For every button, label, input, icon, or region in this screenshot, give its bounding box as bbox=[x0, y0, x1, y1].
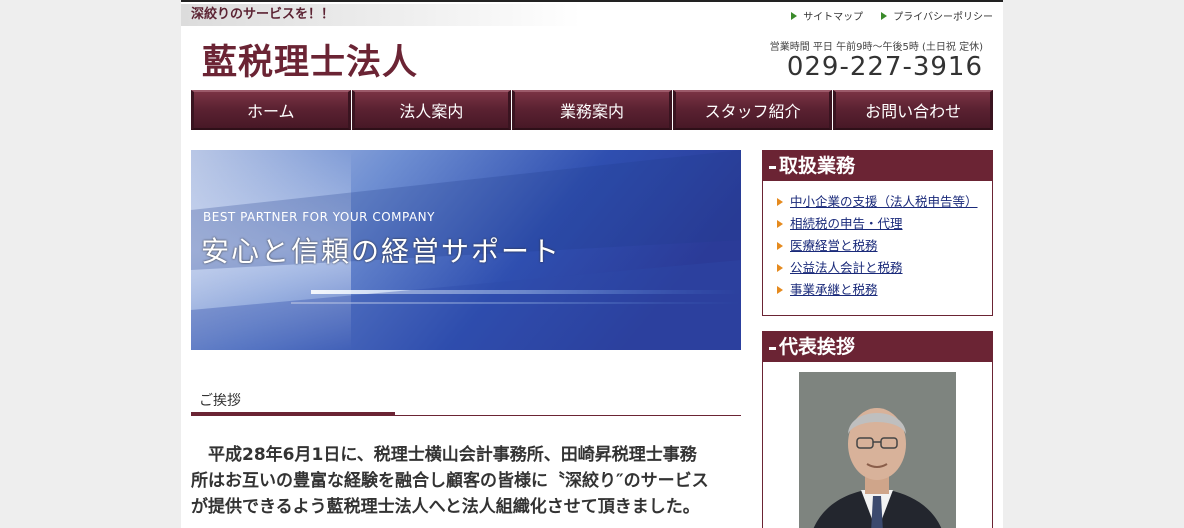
greeting-text: 平成28年6月1日に、税理士横山会計事務所、田崎昇税理士事務所はお互いの豊富な経… bbox=[191, 445, 709, 517]
services-box: 取扱業務 中小企業の支援（法人税申告等） 相続税の申告・代理 医療経営と税務 公… bbox=[762, 150, 993, 316]
representative-photo bbox=[799, 372, 956, 528]
list-item: 公益法人会計と税務 bbox=[777, 257, 992, 279]
service-link-inheritance[interactable]: 相続税の申告・代理 bbox=[790, 213, 903, 235]
service-link-succession[interactable]: 事業承継と税務 bbox=[790, 279, 878, 301]
services-list: 中小企業の支援（法人税申告等） 相続税の申告・代理 医療経営と税務 公益法人会計… bbox=[763, 181, 992, 301]
greeting-heading-label: ご挨拶 bbox=[199, 393, 241, 409]
bullet-arrow-icon bbox=[777, 286, 783, 294]
privacy-policy-label: プライバシーポリシー bbox=[893, 12, 993, 23]
phone-number: 029-227-3916 bbox=[786, 52, 983, 82]
greeting-heading: ご挨拶 bbox=[191, 390, 741, 416]
dash-icon bbox=[769, 346, 776, 350]
list-item: 医療経営と税務 bbox=[777, 235, 992, 257]
services-box-title: 取扱業務 bbox=[779, 155, 856, 177]
nav-services[interactable]: 業務案内 bbox=[512, 90, 672, 130]
nav-home[interactable]: ホーム bbox=[191, 90, 351, 130]
arrow-right-icon bbox=[791, 11, 798, 20]
services-box-header: 取扱業務 bbox=[763, 151, 992, 181]
representative-box-title: 代表挨拶 bbox=[779, 336, 856, 358]
sitemap-label: サイトマップ bbox=[803, 12, 864, 23]
hero-banner: BEST PARTNER FOR YOUR COMPANY 安心と信頼の経営サポ… bbox=[191, 150, 741, 350]
business-hours: 営業時間 平日 午前9時～午後5時 (土日祝 定休) bbox=[769, 42, 983, 53]
tagline: 深絞りのサービスを！！ bbox=[181, 4, 581, 26]
arrow-right-icon bbox=[881, 11, 888, 20]
nav-staff[interactable]: スタッフ紹介 bbox=[672, 90, 833, 130]
service-link-public-interest[interactable]: 公益法人会計と税務 bbox=[790, 257, 903, 279]
dash-icon bbox=[769, 165, 776, 169]
hero-subtitle: BEST PARTNER FOR YOUR COMPANY bbox=[203, 210, 435, 224]
bullet-arrow-icon bbox=[777, 242, 783, 250]
representative-box-header: 代表挨拶 bbox=[763, 332, 992, 362]
bullet-arrow-icon bbox=[777, 220, 783, 228]
service-link-corporate[interactable]: 中小企業の支援（法人税申告等） bbox=[790, 191, 978, 213]
list-item: 事業承継と税務 bbox=[777, 279, 992, 301]
list-item: 中小企業の支援（法人税申告等） bbox=[777, 191, 992, 213]
main-nav: ホーム 法人案内 業務案内 スタッフ紹介 お問い合わせ bbox=[191, 90, 993, 130]
list-item: 相続税の申告・代理 bbox=[777, 213, 992, 235]
top-links: サイトマップ プライバシーポリシー bbox=[791, 8, 993, 23]
hero-title: 安心と信頼の経営サポート bbox=[201, 235, 562, 268]
representative-box: 代表挨拶 bbox=[762, 331, 993, 528]
page: 深絞りのサービスを！！ サイトマップ プライバシーポリシー 藍税理士法人 営業時… bbox=[181, 0, 1003, 528]
person-portrait-icon bbox=[799, 372, 956, 528]
heading-underline bbox=[191, 412, 395, 416]
bullet-arrow-icon bbox=[777, 264, 783, 272]
nav-contact[interactable]: お問い合わせ bbox=[833, 90, 993, 130]
site-logo[interactable]: 藍税理士法人 bbox=[202, 34, 418, 85]
nav-about[interactable]: 法人案内 bbox=[351, 90, 512, 130]
privacy-policy-link[interactable]: プライバシーポリシー bbox=[881, 8, 993, 23]
bullet-arrow-icon bbox=[777, 198, 783, 206]
service-link-medical[interactable]: 医療経営と税務 bbox=[790, 235, 878, 257]
sitemap-link[interactable]: サイトマップ bbox=[791, 8, 863, 23]
